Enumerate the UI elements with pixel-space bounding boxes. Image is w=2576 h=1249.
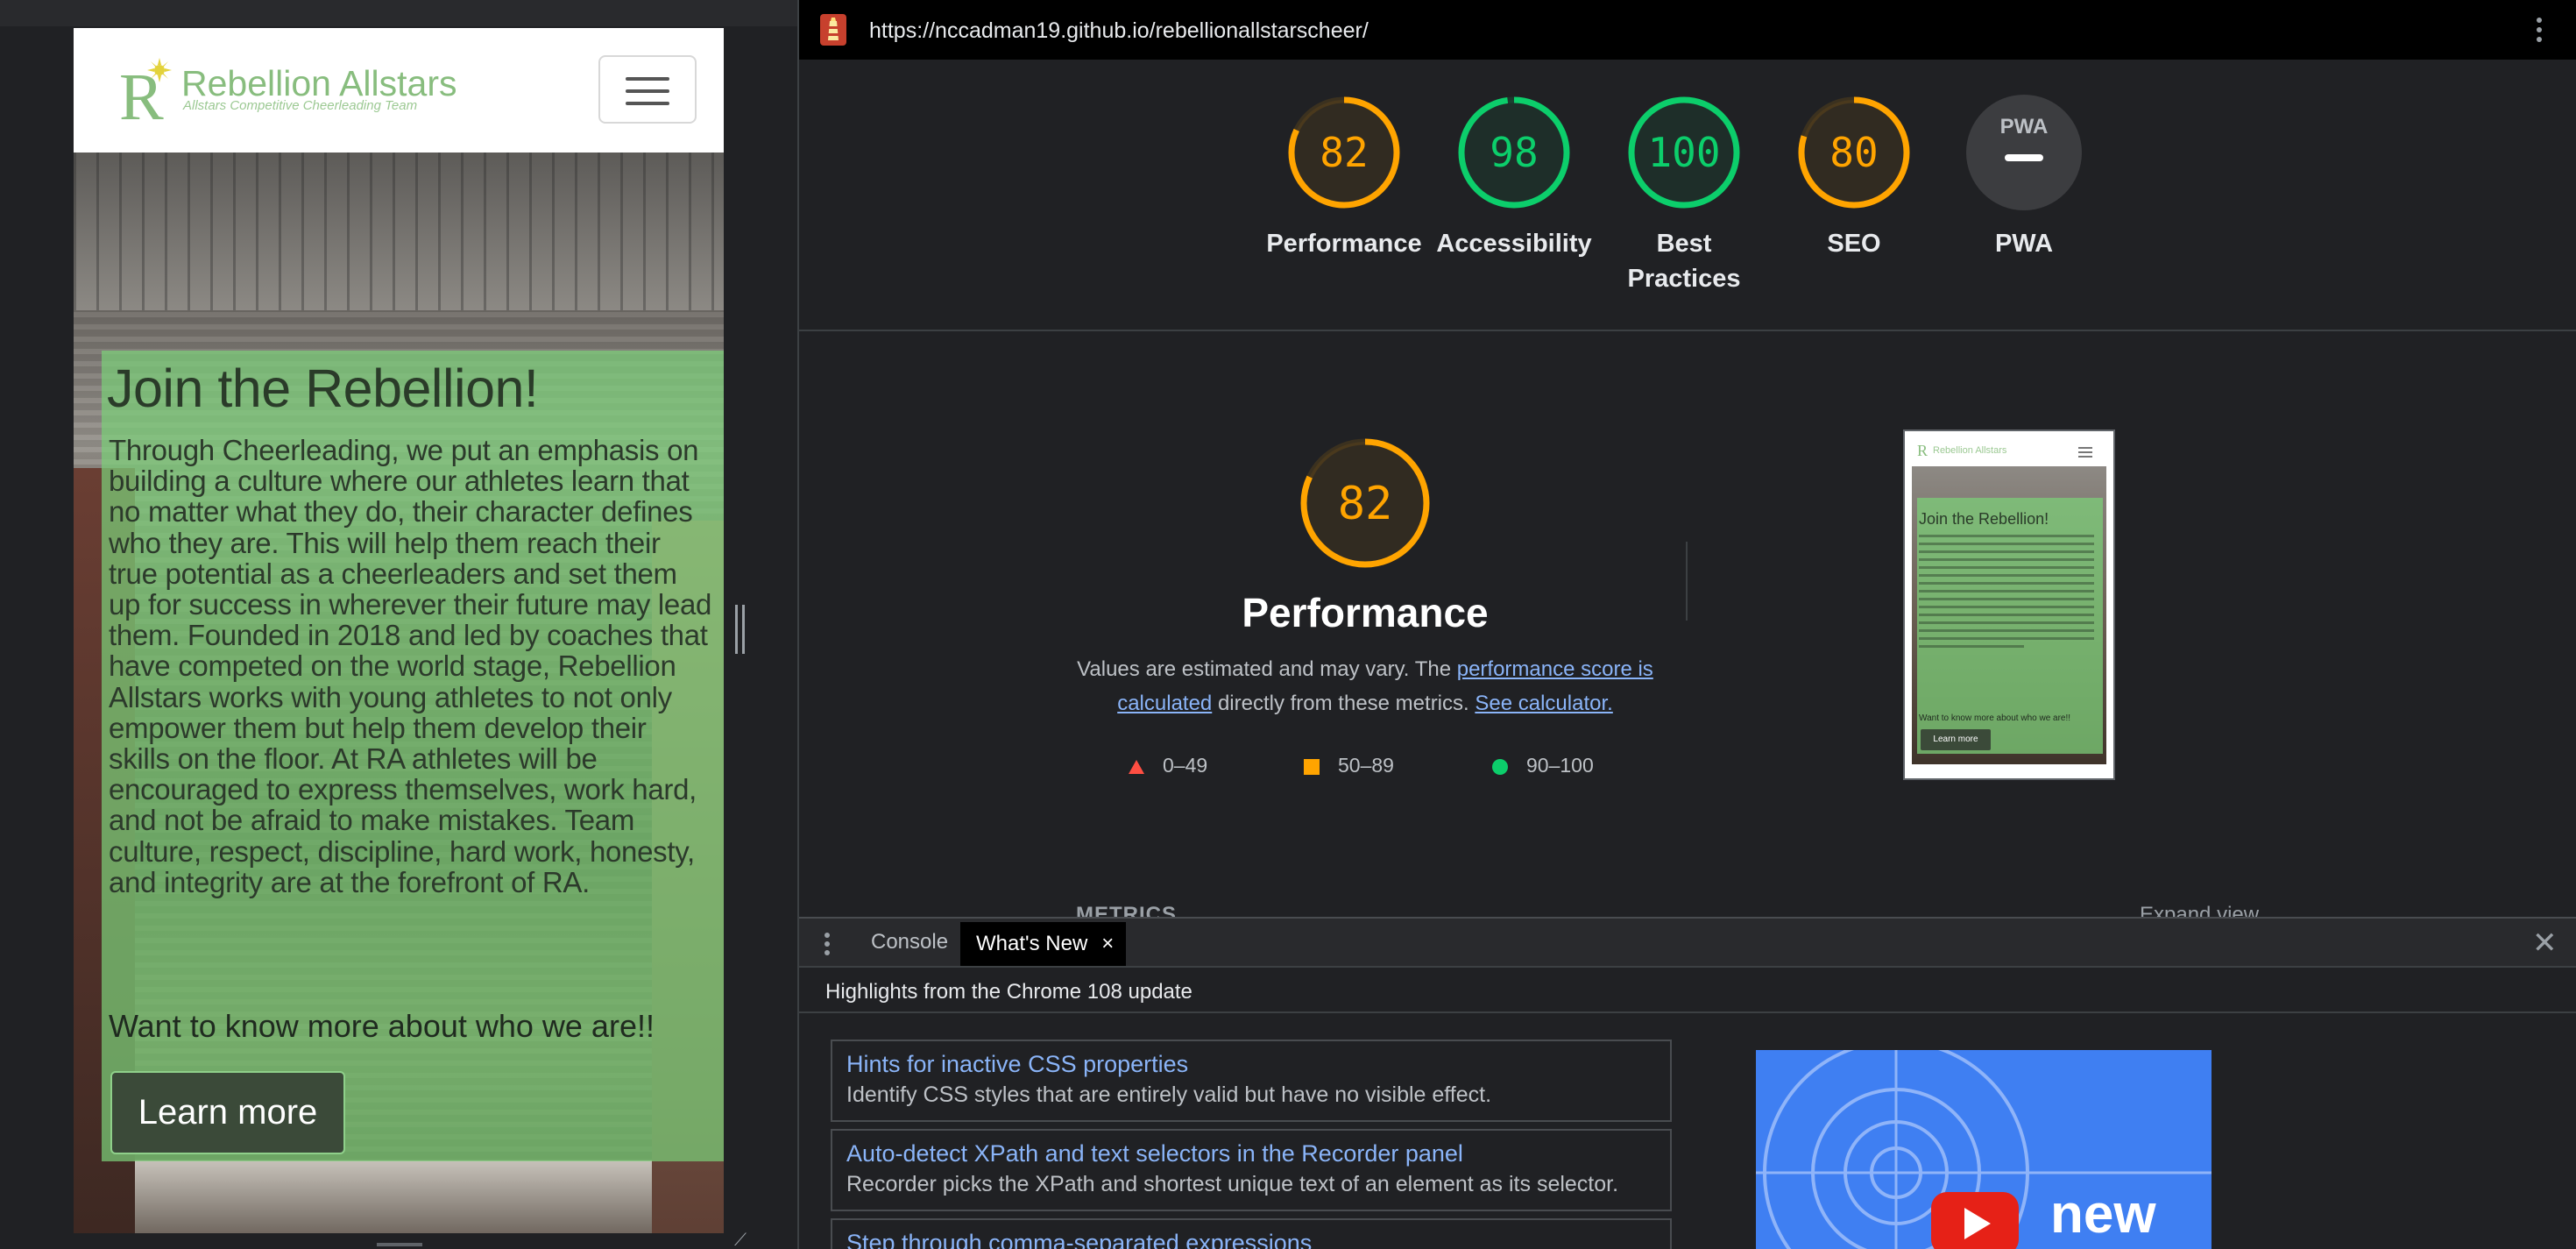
performance-title: Performance <box>1242 590 1489 635</box>
thumbnail-text-lines <box>1919 535 2094 653</box>
triangle-icon <box>1129 759 1144 774</box>
thumbnail-brand: Rebellion Allstars <box>1933 445 2007 456</box>
youtube-play-icon[interactable] <box>1931 1192 2019 1249</box>
gauge-ring: PWA <box>1966 95 2082 210</box>
viewport-resize-handle[interactable] <box>735 605 747 654</box>
report-url[interactable]: https://nccadman19.github.io/rebellional… <box>869 18 1369 44</box>
lighthouse-report: https://nccadman19.github.io/rebellional… <box>799 0 2576 917</box>
thumbnail-logo: R <box>1917 442 1928 459</box>
score-legend: 0–49 50–89 90–100 <box>1128 754 1653 780</box>
pwa-badge-text: PWA <box>2000 115 2049 138</box>
tab-console[interactable]: Console <box>852 919 967 966</box>
hamburger-icon <box>626 102 669 105</box>
gauge-accessibility[interactable]: 98 Accessibility <box>1436 95 1592 258</box>
gauge-score: 100 <box>1647 129 1720 176</box>
learn-more-button[interactable]: Learn more <box>110 1071 345 1154</box>
feature-title-link[interactable]: Step through comma-separated expressions <box>846 1227 1656 1249</box>
drawer-tabbar: Console What's New × ✕ <box>799 919 2576 968</box>
tab-whats-new[interactable]: What's New × <box>960 922 1127 966</box>
feature-card[interactable]: Step through comma-separated expressions <box>831 1218 1672 1249</box>
feature-title-link[interactable]: Auto-detect XPath and text selectors in … <box>846 1138 1656 1169</box>
lighthouse-icon <box>820 14 846 46</box>
circle-icon <box>1492 758 1508 775</box>
feature-card[interactable]: Auto-detect XPath and text selectors in … <box>831 1129 1672 1211</box>
square-icon <box>1304 758 1320 775</box>
devtools-drawer: Console What's New × ✕ Highlights from th… <box>799 917 2576 1249</box>
report-url-bar: https://nccadman19.github.io/rebellional… <box>799 0 2576 60</box>
divider <box>799 1011 2576 1013</box>
gauge-score: 80 <box>1829 129 1878 176</box>
legend-range: 0–49 <box>1163 754 1208 777</box>
legend-range: 50–89 <box>1338 754 1394 777</box>
hero-question: Want to know more about who we are!! <box>109 1008 655 1044</box>
hero-paragraph: Through Cheerleading, we put an emphasis… <box>109 434 712 898</box>
gauge-ring: 98 <box>1458 96 1570 209</box>
gauge-pwa[interactable]: PWA PWA <box>1966 95 2082 258</box>
hero-section: Join the Rebellion! Through Cheerleading… <box>74 153 724 1233</box>
tab-label: What's New <box>976 932 1088 955</box>
final-screenshot-thumbnail[interactable]: R Rebellion Allstars Join the Rebellion!… <box>1903 429 2115 780</box>
gauge-score: 82 <box>1320 129 1368 176</box>
close-tab-icon[interactable]: × <box>1101 922 1114 966</box>
legend-circle: 90–100 <box>1491 754 1594 777</box>
divider <box>799 330 2576 331</box>
close-drawer-icon[interactable]: ✕ <box>2532 926 2558 961</box>
gauge-label: PWA <box>1994 230 2054 258</box>
site-navbar: R Rebellion Allstars Allstars Competitiv… <box>74 28 724 153</box>
metrics-header: METRICS <box>1076 903 1177 917</box>
pwa-dash-icon <box>2005 154 2043 161</box>
hamburger-icon <box>626 77 669 81</box>
gauge-seo[interactable]: 80 SEO <box>1796 95 1912 258</box>
whats-new-video-thumbnail[interactable]: new <box>1756 1050 2212 1249</box>
feature-card[interactable]: Hints for inactive CSS properties Identi… <box>831 1040 1672 1122</box>
feature-title-link[interactable]: Hints for inactive CSS properties <box>846 1048 1656 1080</box>
hero-card: Join the Rebellion! Through Cheerleading… <box>102 351 724 1161</box>
expand-view-toggle[interactable]: Expand view <box>2140 903 2259 917</box>
desc-text: directly from these metrics. <box>1212 692 1476 715</box>
feature-description: Identify CSS styles that are entirely va… <box>846 1082 1492 1107</box>
gauge-ring: 82 <box>1288 96 1400 209</box>
gauge-ring: 80 <box>1798 96 1910 209</box>
legend-square: 50–89 <box>1303 754 1394 777</box>
more-options-icon[interactable] <box>2530 12 2548 47</box>
hero-photo-floor <box>135 1160 652 1233</box>
performance-score: 82 <box>1338 478 1393 530</box>
thumbnail-hamburger-icon <box>2078 447 2092 458</box>
device-emulation-pane: R Rebellion Allstars Allstars Competitiv… <box>0 0 797 1249</box>
feature-description: Recorder picks the XPath and shortest un… <box>846 1172 1619 1196</box>
thumbnail-title: Join the Rebellion! <box>1919 510 2049 528</box>
gauge-score: 98 <box>1490 129 1538 176</box>
thumbnail-question: Want to know more about who we are!! <box>1919 713 2071 723</box>
thumbnail-button: Learn more <box>1921 729 1991 750</box>
legend-triangle: 0–49 <box>1128 754 1207 777</box>
gauge-ring: 100 <box>1628 96 1740 209</box>
hamburger-icon <box>626 89 669 93</box>
divider <box>1686 542 1688 621</box>
resize-corner-icon[interactable]: ⟋ <box>734 1231 747 1249</box>
brand-tagline: Allstars Competitive Cheerleading Team <box>183 98 418 113</box>
brand-logo-icon[interactable]: R <box>116 58 177 128</box>
see-calculator-link[interactable]: See calculator. <box>1475 692 1612 715</box>
hero-photo-ceiling <box>74 153 724 310</box>
desc-text: Values are estimated and may vary. The <box>1077 657 1457 681</box>
emulated-viewport: R Rebellion Allstars Allstars Competitiv… <box>74 28 724 1233</box>
gauge-performance[interactable]: 82 Performance <box>1266 95 1422 258</box>
device-toolbar <box>0 0 797 26</box>
legend-range: 90–100 <box>1526 754 1594 777</box>
performance-description: Values are estimated and may vary. The p… <box>1071 652 1660 720</box>
gauge-best-practices[interactable]: 100 Best Practices <box>1626 95 1742 293</box>
video-title-word: new <box>2050 1184 2156 1245</box>
bottom-resize-handle[interactable] <box>377 1243 422 1246</box>
hamburger-menu-button[interactable] <box>598 55 697 124</box>
update-highlights-heading: Highlights from the Chrome 108 update <box>825 980 1192 1004</box>
drawer-menu-icon[interactable] <box>824 933 831 955</box>
hero-title: Join the Rebellion! <box>107 358 539 418</box>
performance-gauge[interactable]: 82 <box>1300 438 1430 568</box>
